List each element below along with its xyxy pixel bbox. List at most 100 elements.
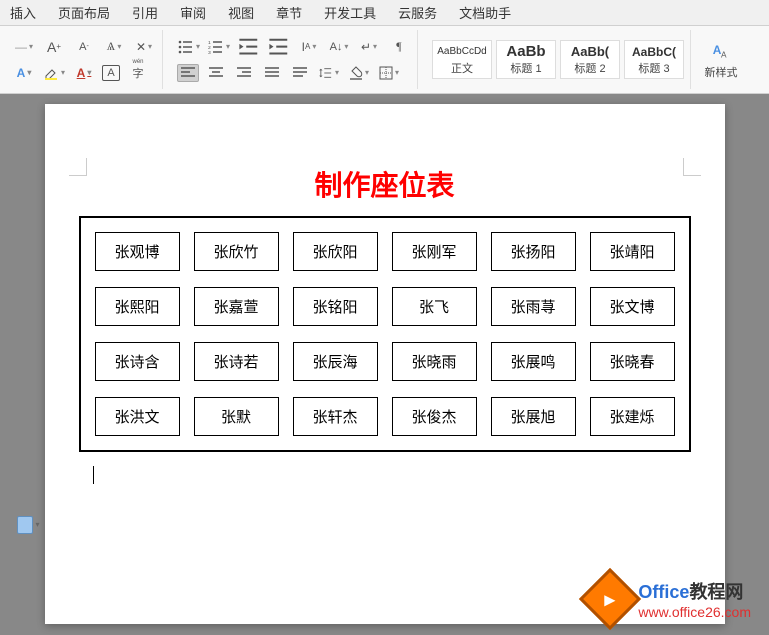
- menu-review[interactable]: 审阅: [180, 3, 206, 22]
- menu-view[interactable]: 视图: [228, 3, 254, 22]
- paragraph-group: 123 IA A↓ ↵ ¶: [171, 30, 418, 89]
- style-h1-label: 标题 1: [510, 60, 541, 76]
- align-right-button[interactable]: [233, 64, 255, 82]
- indent-decrease-button[interactable]: [237, 36, 261, 58]
- menu-insert[interactable]: 插入: [10, 3, 36, 22]
- text-cursor: [93, 466, 94, 484]
- document-page[interactable]: 制作座位表 张观博 张欣竹 张欣阳 张刚军 张扬阳 张靖阳 张熙阳 张嘉萱 张铭…: [45, 104, 725, 624]
- seat-cell[interactable]: 张铭阳: [293, 287, 378, 326]
- seat-cell[interactable]: 张靖阳: [590, 232, 675, 271]
- watermark-text: Office教程网 www.office26.com: [638, 578, 751, 620]
- seat-cell[interactable]: 张晓雨: [392, 342, 477, 381]
- borders-button[interactable]: [377, 62, 401, 84]
- align-justify-button[interactable]: [261, 64, 283, 82]
- paragraph-marks-button[interactable]: ¶: [387, 36, 411, 58]
- style-body-preview: AaBbCcDd: [437, 43, 486, 60]
- seat-cell[interactable]: 张诗若: [194, 342, 279, 381]
- seat-cell[interactable]: 张飞: [392, 287, 477, 326]
- seat-cell[interactable]: 张文博: [590, 287, 675, 326]
- numbering-button[interactable]: 123: [207, 36, 231, 58]
- font-grow-button[interactable]: A+: [42, 36, 66, 58]
- menu-bar: 插入 页面布局 引用 审阅 视图 章节 开发工具 云服务 文档助手: [0, 0, 769, 26]
- seat-cell[interactable]: 张洪文: [95, 397, 180, 436]
- bullets-button[interactable]: [177, 36, 201, 58]
- new-style-button[interactable]: AA 新样式: [699, 30, 743, 89]
- indent-increase-button[interactable]: [267, 36, 291, 58]
- seat-cell[interactable]: 张欣竹: [194, 232, 279, 271]
- document-title: 制作座位表: [75, 164, 695, 204]
- seat-row: 张观博 张欣竹 张欣阳 张刚军 张扬阳 张靖阳: [95, 232, 675, 271]
- watermark-url: www.office26.com: [638, 604, 751, 620]
- menu-devtools[interactable]: 开发工具: [324, 3, 376, 22]
- seat-cell[interactable]: 张展鸣: [491, 342, 576, 381]
- seat-cell[interactable]: 张雨荨: [491, 287, 576, 326]
- font-color-button[interactable]: A: [72, 62, 96, 84]
- highlight-button[interactable]: [42, 62, 66, 84]
- seat-cell[interactable]: 张辰海: [293, 342, 378, 381]
- margin-corner-tl: [69, 158, 87, 176]
- font-shrink-button[interactable]: A-: [72, 36, 96, 58]
- seat-row: 张洪文 张默 张轩杰 张俊杰 张展旭 张建烁: [95, 397, 675, 436]
- watermark: ▸ Office教程网 www.office26.com: [588, 577, 751, 621]
- phonetic-button[interactable]: 字wén: [126, 62, 150, 84]
- style-h3[interactable]: AaBbC( 标题 3: [624, 40, 684, 79]
- style-h3-label: 标题 3: [638, 60, 669, 76]
- text-direction-button[interactable]: IA: [297, 36, 321, 58]
- seat-cell[interactable]: 张展旭: [491, 397, 576, 436]
- seat-cell[interactable]: 张默: [194, 397, 279, 436]
- align-center-button[interactable]: [205, 64, 227, 82]
- menu-dochelper[interactable]: 文档助手: [459, 3, 511, 22]
- show-marks-button[interactable]: ↵: [357, 36, 381, 58]
- style-h2-preview: AaBb(: [571, 43, 609, 60]
- seat-cell[interactable]: 张建烁: [590, 397, 675, 436]
- seat-cell[interactable]: 张欣阳: [293, 232, 378, 271]
- menu-reference[interactable]: 引用: [132, 3, 158, 22]
- style-h2-label: 标题 2: [574, 60, 605, 76]
- seat-cell[interactable]: 张俊杰: [392, 397, 477, 436]
- font-size-dropdown[interactable]: —: [12, 36, 36, 58]
- svg-text:3: 3: [208, 49, 211, 53]
- seat-cell[interactable]: 张轩杰: [293, 397, 378, 436]
- seat-table: 张观博 张欣竹 张欣阳 张刚军 张扬阳 张靖阳 张熙阳 张嘉萱 张铭阳 张飞 张…: [79, 216, 691, 452]
- paste-options-button[interactable]: [17, 516, 33, 534]
- align-distribute-button[interactable]: [289, 64, 311, 82]
- style-h2[interactable]: AaBb( 标题 2: [560, 40, 620, 79]
- style-h1-preview: AaBb: [506, 43, 545, 60]
- watermark-logo-icon: ▸: [605, 586, 615, 611]
- seat-cell[interactable]: 张诗含: [95, 342, 180, 381]
- sort-button[interactable]: A↓: [327, 36, 351, 58]
- margin-corner-tr: [683, 158, 701, 176]
- style-h1[interactable]: AaBb 标题 1: [496, 40, 556, 79]
- document-area: 制作座位表 张观博 张欣竹 张欣阳 张刚军 张扬阳 张靖阳 张熙阳 张嘉萱 张铭…: [0, 94, 769, 635]
- cursor-line: [93, 466, 695, 489]
- ribbon: — A+ A- Ѧ ✕ A A A 字wén 123 IA A↓ ↵ ¶: [0, 26, 769, 94]
- menu-layout[interactable]: 页面布局: [58, 3, 110, 22]
- line-spacing-button[interactable]: [317, 62, 341, 84]
- menu-chapter[interactable]: 章节: [276, 3, 302, 22]
- text-effect-button[interactable]: A: [12, 62, 36, 84]
- menu-cloud[interactable]: 云服务: [398, 3, 437, 22]
- seat-cell[interactable]: 张扬阳: [491, 232, 576, 271]
- svg-text:A: A: [721, 50, 727, 59]
- seat-cell[interactable]: 张观博: [95, 232, 180, 271]
- character-border-button[interactable]: A: [102, 65, 120, 81]
- seat-row: 张诗含 张诗若 张辰海 张晓雨 张展鸣 张晓春: [95, 342, 675, 381]
- change-case-button[interactable]: Ѧ: [102, 36, 126, 58]
- style-body-label: 正文: [451, 60, 473, 76]
- shading-button[interactable]: [347, 62, 371, 84]
- seat-cell[interactable]: 张晓春: [590, 342, 675, 381]
- font-group: — A+ A- Ѧ ✕ A A A 字wén: [6, 30, 163, 89]
- clear-format-button[interactable]: ✕: [132, 36, 156, 58]
- watermark-logo: ▸: [579, 568, 641, 630]
- styles-group: AaBbCcDd 正文 AaBb 标题 1 AaBb( 标题 2 AaBbC( …: [426, 30, 691, 89]
- style-h3-preview: AaBbC(: [632, 43, 676, 60]
- style-body[interactable]: AaBbCcDd 正文: [432, 40, 492, 79]
- new-style-label: 新样式: [705, 64, 738, 80]
- seat-row: 张熙阳 张嘉萱 张铭阳 张飞 张雨荨 张文博: [95, 287, 675, 326]
- seat-cell[interactable]: 张嘉萱: [194, 287, 279, 326]
- watermark-brand-2: 教程网: [689, 582, 743, 602]
- seat-cell[interactable]: 张刚军: [392, 232, 477, 271]
- seat-cell[interactable]: 张熙阳: [95, 287, 180, 326]
- watermark-brand-1: Office: [638, 582, 689, 602]
- align-left-button[interactable]: [177, 64, 199, 82]
